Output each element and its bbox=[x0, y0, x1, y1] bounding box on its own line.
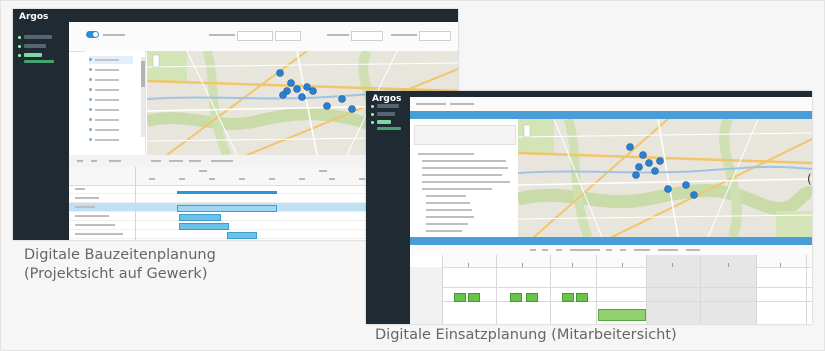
view-toggle[interactable] bbox=[86, 31, 99, 38]
filter-select[interactable] bbox=[351, 31, 383, 41]
date-field[interactable] bbox=[237, 31, 273, 41]
list-item[interactable] bbox=[89, 136, 133, 144]
filter-select[interactable] bbox=[419, 31, 451, 41]
screenshot-einsatzplanung: Argos ( bbox=[366, 91, 812, 324]
sidebar-item-active[interactable] bbox=[24, 53, 42, 57]
assignment-block[interactable] bbox=[526, 293, 538, 302]
sidebar-item[interactable] bbox=[377, 104, 399, 108]
list-item[interactable] bbox=[89, 56, 133, 64]
caption-einsatzplanung: Digitale Einsatzplanung (Mitarbeitersich… bbox=[375, 327, 677, 343]
list-item[interactable] bbox=[89, 66, 133, 74]
assignment-block[interactable] bbox=[510, 293, 522, 302]
list-item[interactable] bbox=[89, 116, 133, 124]
sidebar-subitem[interactable] bbox=[377, 127, 401, 130]
assignment-block[interactable] bbox=[562, 293, 574, 302]
resource-tree bbox=[410, 119, 519, 237]
gantt-bar[interactable] bbox=[177, 191, 277, 194]
toolbar bbox=[69, 22, 458, 52]
breadcrumb bbox=[410, 97, 812, 112]
assignment-block[interactable] bbox=[598, 309, 646, 321]
gantt-bar[interactable] bbox=[177, 205, 277, 212]
sidebar-item[interactable] bbox=[377, 112, 395, 116]
gantt-bar[interactable] bbox=[179, 214, 221, 221]
section-header-schedule bbox=[410, 237, 812, 245]
map-view[interactable]: ( bbox=[518, 119, 812, 237]
assignment-block[interactable] bbox=[576, 293, 588, 302]
caption-line: Digitale Bauzeitenplanung bbox=[24, 247, 216, 263]
sidebar: Argos bbox=[13, 9, 69, 240]
sidebar-item[interactable] bbox=[24, 35, 52, 39]
list-item[interactable] bbox=[89, 106, 133, 114]
app-brand: Argos bbox=[19, 12, 49, 22]
sidebar-item-active[interactable] bbox=[377, 120, 391, 124]
employee-lane bbox=[410, 267, 812, 288]
project-list bbox=[85, 51, 146, 155]
sidebar-subitem[interactable] bbox=[24, 60, 54, 63]
schedule-grid bbox=[410, 255, 812, 324]
list-item[interactable] bbox=[89, 76, 133, 84]
assignment-block[interactable] bbox=[454, 293, 466, 302]
assignment-block[interactable] bbox=[468, 293, 480, 302]
collage-frame: Argos Argos (Digitale Bauzeitenplanung … bbox=[0, 0, 825, 351]
sidebar-item[interactable] bbox=[24, 44, 46, 48]
svg-text:(: ( bbox=[807, 172, 812, 186]
caption-bauzeitenplanung: Digitale Bauzeitenplanung (Projektsicht … bbox=[24, 246, 216, 284]
sidebar: Argos bbox=[366, 91, 410, 324]
app-brand: Argos bbox=[372, 94, 402, 104]
filter-header bbox=[414, 125, 516, 145]
list-scrollbar[interactable] bbox=[141, 57, 145, 137]
section-header-map bbox=[410, 111, 812, 119]
gantt-bar[interactable] bbox=[227, 232, 257, 239]
gantt-bar[interactable] bbox=[179, 223, 229, 230]
date-field[interactable] bbox=[275, 31, 301, 41]
list-item[interactable] bbox=[89, 96, 133, 104]
top-bar bbox=[69, 9, 458, 22]
caption-line: (Projektsicht auf Gewerk) bbox=[24, 266, 208, 282]
list-item[interactable] bbox=[89, 86, 133, 94]
list-item[interactable] bbox=[89, 126, 133, 134]
